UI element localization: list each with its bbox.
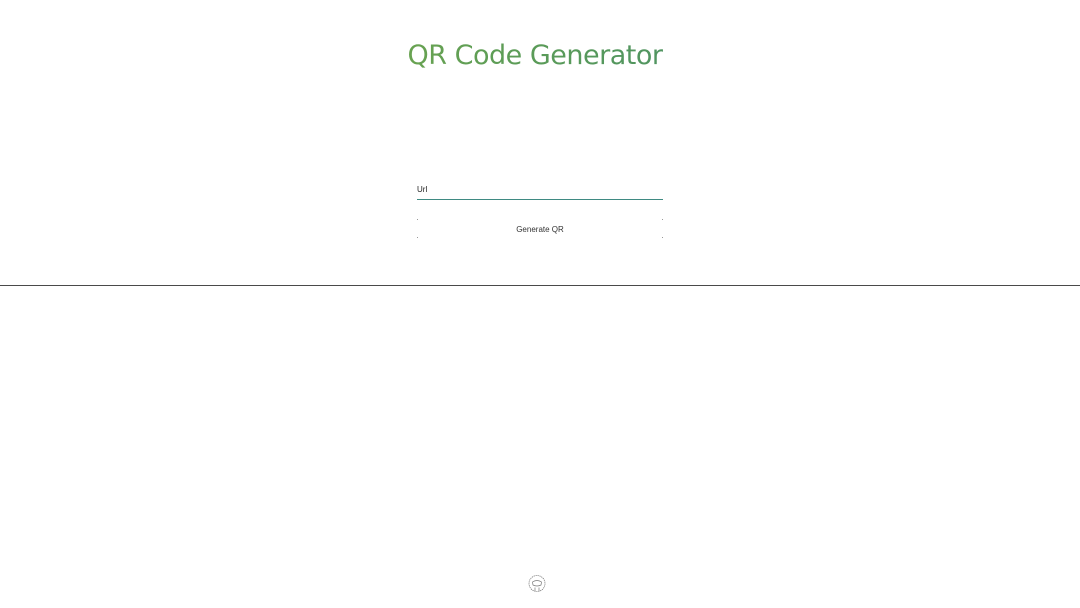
url-field-container (417, 180, 663, 200)
generate-qr-button[interactable]: Generate QR (417, 219, 663, 239)
button-corner-mark (662, 237, 663, 238)
page-title: QR Code Generator (0, 40, 1070, 71)
url-input[interactable] (417, 180, 663, 198)
button-corner-mark (662, 219, 663, 220)
octocat-icon[interactable] (527, 575, 547, 593)
button-corner-mark (417, 219, 418, 220)
button-corner-mark (417, 237, 418, 238)
section-divider (0, 285, 1080, 286)
